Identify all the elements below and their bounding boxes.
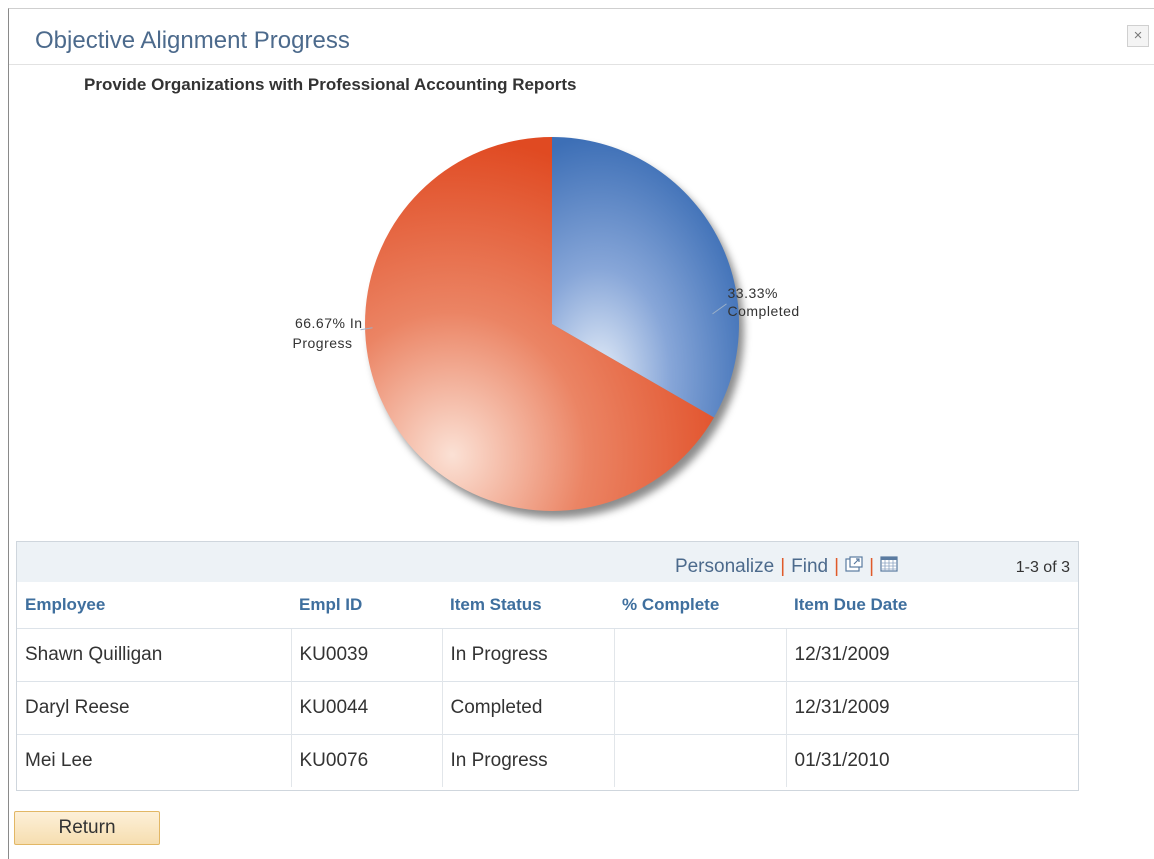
cell-employee: Daryl Reese xyxy=(17,681,292,735)
cell-employee: Shawn Quilligan xyxy=(17,628,292,682)
cell-item-due-date: 12/31/2009 xyxy=(786,628,1078,682)
table-row: Mei Lee KU0076 In Progress 01/31/2010 xyxy=(17,734,1078,787)
toolbar-separator: | xyxy=(869,556,874,577)
toolbar-separator: | xyxy=(834,556,840,577)
cell-item-due-date: 01/31/2010 xyxy=(786,734,1078,787)
column-header-item-status[interactable]: Item Status xyxy=(442,582,614,629)
table-row: Shawn Quilligan KU0039 In Progress 12/31… xyxy=(17,628,1078,682)
new-window-icon[interactable] xyxy=(845,556,863,578)
pie-label-percent: 66.67% In xyxy=(295,315,363,331)
cell-item-status: In Progress xyxy=(442,628,615,682)
column-header-employee[interactable]: Employee xyxy=(17,582,291,629)
download-spreadsheet-icon[interactable] xyxy=(880,556,898,578)
return-button[interactable]: Return xyxy=(14,811,160,845)
column-header-percent-complete[interactable]: % Complete xyxy=(614,582,786,629)
pie-chart: 33.33% Completed 66.67% In Progress xyxy=(293,137,800,518)
pie-label-percent: 33.33% xyxy=(728,285,778,301)
column-header-item-due-date[interactable]: Item Due Date xyxy=(786,582,1078,629)
row-count: 1-3 of 3 xyxy=(1015,559,1070,576)
cell-item-status: In Progress xyxy=(442,734,615,787)
column-header-empl-id[interactable]: Empl ID xyxy=(291,582,442,629)
grid-tools: Personalize | Find | | xyxy=(675,556,898,578)
cell-employee: Mei Lee xyxy=(17,734,292,787)
results-grid: Personalize | Find | | 1-3 of 3 Employee… xyxy=(16,541,1079,791)
cell-empl-id: KU0076 xyxy=(291,734,443,787)
cell-empl-id: KU0044 xyxy=(291,681,443,735)
pie-label-name: Progress xyxy=(293,335,353,351)
employee-table: Employee Empl ID Item Status % Complete … xyxy=(17,582,1078,787)
pie-group: 33.33% Completed 66.67% In Progress xyxy=(293,137,800,518)
toolbar-separator: | xyxy=(780,556,786,577)
cell-empl-id: KU0039 xyxy=(291,628,443,682)
find-link[interactable]: Find xyxy=(791,556,828,578)
cell-percent-complete xyxy=(614,681,787,735)
personalize-link[interactable]: Personalize xyxy=(675,556,774,578)
table-header-row: Employee Empl ID Item Status % Complete … xyxy=(17,582,1078,629)
cell-item-status: Completed xyxy=(442,681,615,735)
grid-toolbar: Personalize | Find | | 1-3 of 3 xyxy=(17,542,1078,583)
cell-percent-complete xyxy=(614,628,787,682)
cell-percent-complete xyxy=(614,734,787,787)
pie-label-name: Completed xyxy=(728,303,800,319)
cell-item-due-date: 12/31/2009 xyxy=(786,681,1078,735)
table-row: Daryl Reese KU0044 Completed 12/31/2009 xyxy=(17,681,1078,735)
